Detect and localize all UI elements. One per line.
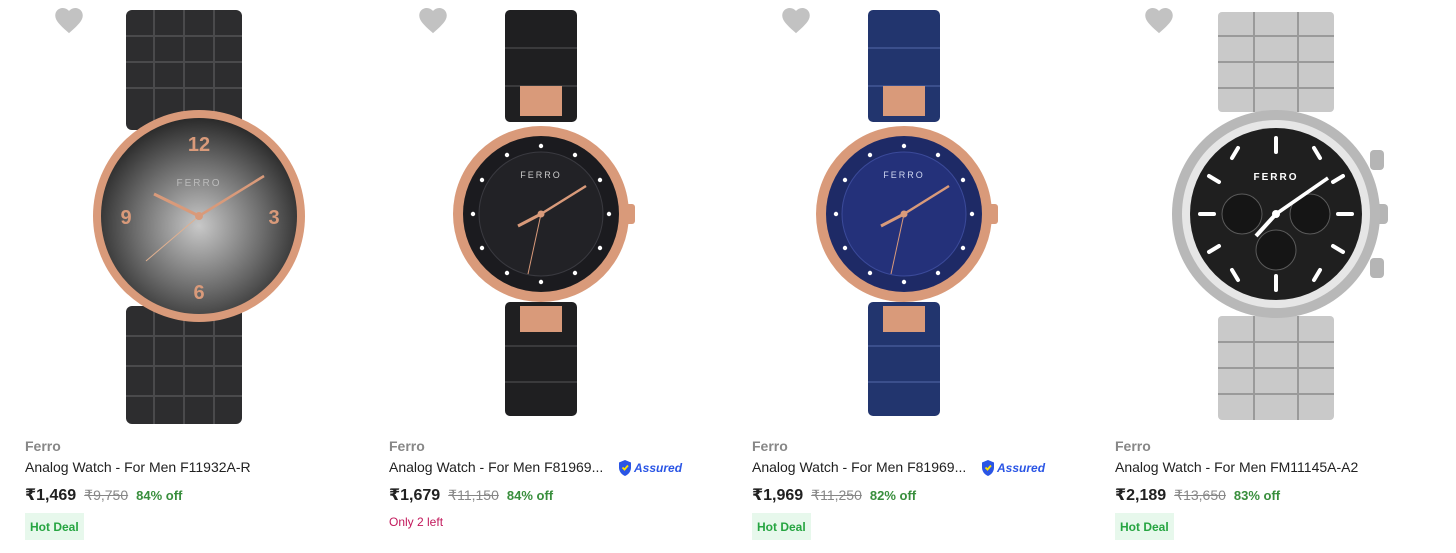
svg-text:FERRO: FERRO [177, 178, 222, 189]
hot-deal-badge: Hot Deal [1115, 513, 1174, 540]
watch-blue-ceramic-icon: FERRO [816, 10, 998, 416]
selling-price: ₹1,679 [389, 487, 441, 504]
wishlist-heart-icon[interactable] [418, 6, 448, 34]
assured-label: Assured [634, 461, 683, 475]
assured-shield-icon [982, 460, 994, 476]
svg-text:FERRO: FERRO [1254, 172, 1299, 183]
svg-text:6: 6 [193, 282, 204, 304]
product-grid: 12 9 3 6 FERRO Ferro Analog Watch - For … [0, 0, 1456, 553]
price-row: ₹1,469 ₹9,750 84% off [25, 485, 182, 505]
wishlist-heart-icon[interactable] [781, 6, 811, 34]
product-title[interactable]: Analog Watch - For Men F81969... [389, 459, 603, 475]
product-title[interactable]: Analog Watch - For Men FM11145A-A2 [1115, 459, 1358, 475]
discount-percent: 84% off [136, 488, 183, 503]
assured-badge: Assured [617, 458, 682, 478]
original-price: ₹13,650 [1174, 487, 1226, 503]
product-title[interactable]: Analog Watch - For Men F11932A-R [25, 459, 251, 475]
product-title[interactable]: Analog Watch - For Men F81969... [752, 459, 966, 475]
watch-black-ceramic-icon: FERRO [453, 10, 635, 416]
assured-shield-icon [619, 460, 631, 476]
selling-price: ₹1,969 [752, 487, 804, 504]
product-card[interactable]: FERRO Ferro Analog Watch - For Men F8196… [751, 0, 1095, 553]
product-image[interactable]: FERRO [388, 0, 708, 430]
product-image[interactable]: 12 9 3 6 FERRO [24, 0, 344, 430]
product-card[interactable]: 12 9 3 6 FERRO Ferro Analog Watch - For … [24, 0, 368, 553]
product-brand: Ferro [752, 438, 788, 454]
svg-text:FERRO: FERRO [520, 170, 562, 180]
product-card[interactable]: FERRO Ferro Analog Watch - For Men F8196… [388, 0, 732, 553]
product-brand: Ferro [389, 438, 425, 454]
wishlist-heart-icon[interactable] [1144, 6, 1174, 34]
assured-label: Assured [997, 461, 1046, 475]
price-row: ₹1,969 ₹11,250 82% off [752, 485, 916, 505]
wishlist-heart-icon[interactable] [54, 6, 84, 34]
svg-text:FERRO: FERRO [883, 170, 925, 180]
product-brand: Ferro [25, 438, 61, 454]
hot-deal-badge: Hot Deal [752, 513, 811, 540]
selling-price: ₹2,189 [1115, 487, 1167, 504]
svg-text:3: 3 [268, 207, 279, 229]
product-brand: Ferro [1115, 438, 1151, 454]
original-price: ₹11,150 [448, 487, 499, 503]
product-card[interactable]: FERRO Ferro Analog Watch - For Men FM111… [1114, 0, 1456, 553]
price-row: ₹2,189 ₹13,650 83% off [1115, 485, 1280, 505]
watch-black-rosegold-icon: 12 9 3 6 FERRO [93, 10, 305, 424]
discount-percent: 83% off [1233, 488, 1281, 503]
original-price: ₹11,250 [811, 487, 862, 503]
svg-text:9: 9 [120, 207, 131, 229]
price-row: ₹1,679 ₹11,150 84% off [389, 485, 553, 505]
discount-percent: 82% off [869, 488, 917, 503]
hot-deal-badge: Hot Deal [25, 513, 84, 540]
selling-price: ₹1,469 [25, 487, 77, 504]
product-image[interactable]: FERRO [751, 0, 1071, 430]
assured-badge: Assured [980, 458, 1045, 478]
original-price: ₹9,750 [84, 487, 129, 503]
product-image[interactable]: FERRO [1114, 0, 1434, 430]
discount-percent: 84% off [506, 488, 554, 503]
svg-text:12: 12 [188, 134, 210, 156]
low-stock-note: Only 2 left [389, 515, 444, 529]
watch-silver-chronograph-icon: FERRO [1172, 12, 1388, 420]
